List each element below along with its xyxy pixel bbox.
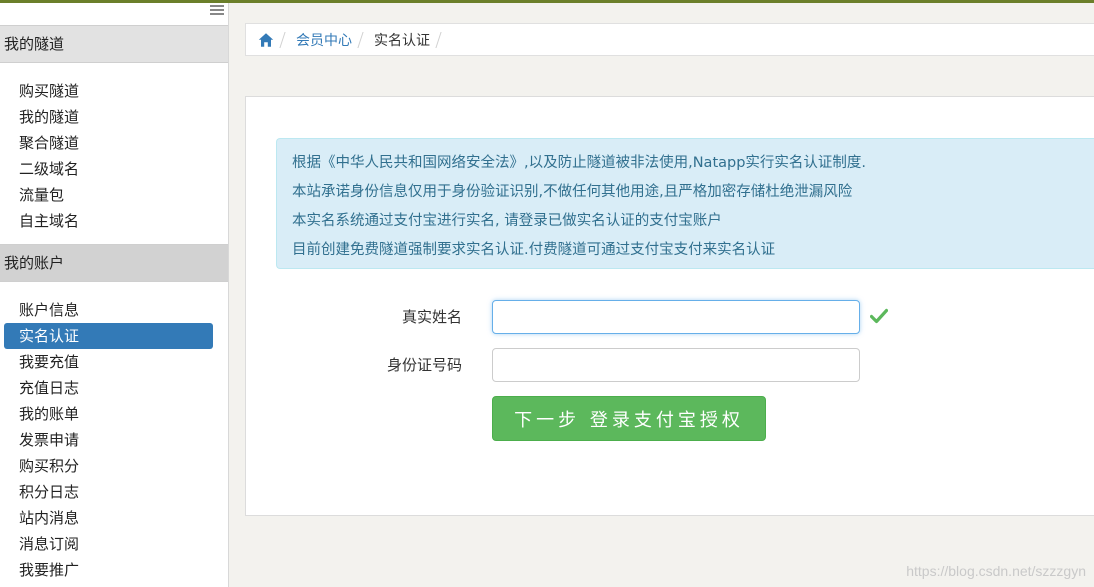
notice-line: 目前创建免费隧道强制要求实名认证.付费隧道可通过支付宝支付来实名认证 bbox=[292, 242, 776, 258]
sidebar-item-custom-domain[interactable]: 自主域名 bbox=[4, 208, 213, 234]
sidebar-item-recharge-log[interactable]: 充值日志 bbox=[4, 375, 213, 401]
watermark: https://blog.csdn.net/szzzgyn bbox=[906, 563, 1086, 579]
check-icon bbox=[870, 308, 888, 324]
sidebar-item-buy-tunnel[interactable]: 购买隧道 bbox=[4, 78, 213, 104]
sidebar-section-account[interactable]: 我的账户 bbox=[0, 244, 228, 282]
sidebar-section-tunnels[interactable]: 我的隧道 bbox=[0, 25, 228, 63]
sidebar-item-traffic-pack[interactable]: 流量包 bbox=[4, 182, 213, 208]
notice-line: 本站承诺身份信息仅用于身份验证识别,不做任何其他用途,且严格加密存储杜绝泄漏风险 bbox=[292, 184, 853, 200]
real-name-label: 真实姓名 bbox=[401, 308, 462, 326]
sidebar-item-account-info[interactable]: 账户信息 bbox=[4, 297, 213, 323]
sidebar-item-aggregate-tunnel[interactable]: 聚合隧道 bbox=[4, 130, 213, 156]
breadcrumb-current: 实名认证 bbox=[374, 32, 430, 49]
real-name-input[interactable] bbox=[492, 300, 860, 334]
sidebar-item-invoice[interactable]: 发票申请 bbox=[4, 427, 213, 453]
notice-line: 本实名系统通过支付宝进行实名, 请登录已做实名认证的支付宝账户 bbox=[292, 213, 722, 229]
sidebar-item-verification[interactable]: 实名认证 bbox=[4, 323, 213, 349]
home-icon[interactable] bbox=[258, 32, 274, 48]
id-number-label: 身份证号码 bbox=[386, 356, 462, 374]
breadcrumb-separator bbox=[282, 31, 288, 49]
sidebar-item-subdomain[interactable]: 二级域名 bbox=[4, 156, 213, 182]
sidebar-item-messages[interactable]: 站内消息 bbox=[4, 505, 213, 531]
breadcrumb: 会员中心 实名认证 bbox=[245, 23, 1094, 56]
sidebar-item-promotion[interactable]: 我要推广 bbox=[4, 557, 213, 583]
verification-panel: 根据《中华人民共和国网络安全法》,以及防止隧道被非法使用,Natapp实行实名认… bbox=[245, 96, 1094, 516]
sidebar-item-recharge[interactable]: 我要充值 bbox=[4, 349, 213, 375]
menu-icon[interactable] bbox=[210, 5, 224, 15]
breadcrumb-separator bbox=[360, 31, 366, 49]
sidebar-item-bills[interactable]: 我的账单 bbox=[4, 401, 213, 427]
real-name-row: 真实姓名 bbox=[246, 300, 1094, 334]
sidebar-tunnel-list: 购买隧道 我的隧道 聚合隧道 二级域名 流量包 自主域名 bbox=[0, 63, 228, 244]
breadcrumb-separator bbox=[438, 31, 444, 49]
sidebar-item-points-log[interactable]: 积分日志 bbox=[4, 479, 213, 505]
sidebar-item-my-tunnels[interactable]: 我的隧道 bbox=[4, 104, 213, 130]
sidebar: 我的隧道 购买隧道 我的隧道 聚合隧道 二级域名 流量包 自主域名 我的账户 账… bbox=[0, 3, 229, 587]
realname-notice: 根据《中华人民共和国网络安全法》,以及防止隧道被非法使用,Natapp实行实名认… bbox=[276, 138, 1094, 269]
id-number-row: 身份证号码 bbox=[246, 348, 1094, 382]
next-alipay-auth-button[interactable]: 下一步 登录支付宝授权 bbox=[492, 396, 766, 441]
sidebar-item-subscriptions[interactable]: 消息订阅 bbox=[4, 531, 213, 557]
sidebar-item-buy-points[interactable]: 购买积分 bbox=[4, 453, 213, 479]
notice-line: 根据《中华人民共和国网络安全法》,以及防止隧道被非法使用,Natapp实行实名认… bbox=[292, 155, 867, 171]
sidebar-account-list: 账户信息 实名认证 我要充值 充值日志 我的账单 发票申请 购买积分 积分日志 … bbox=[0, 282, 228, 587]
id-number-input[interactable] bbox=[492, 348, 860, 382]
breadcrumb-member-center-link[interactable]: 会员中心 bbox=[296, 30, 352, 50]
